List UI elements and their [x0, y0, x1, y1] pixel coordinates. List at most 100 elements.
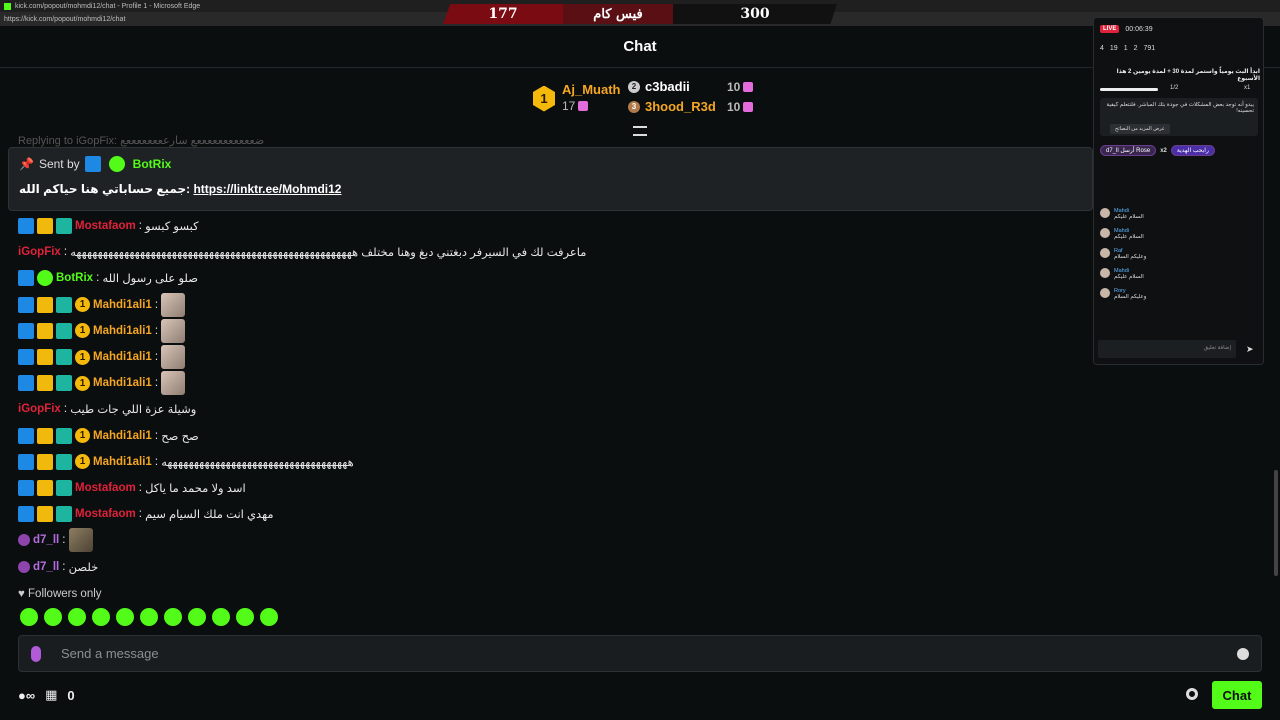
gifter-rank-badge: 1 [75, 375, 90, 391]
points-infinity-icon[interactable]: ●∞ [18, 688, 35, 703]
chat-username[interactable]: BotRix [56, 272, 93, 284]
emote-button[interactable] [44, 608, 62, 626]
message-input[interactable]: Send a message [18, 635, 1262, 672]
chat-send-button[interactable]: Chat [1212, 681, 1262, 709]
send-icon[interactable]: ➤ [1246, 344, 1254, 355]
message-placeholder: Send a message [61, 646, 159, 661]
overlay-comment-input[interactable]: إضافة تعليق [1098, 340, 1236, 358]
crown-badge-icon [37, 506, 53, 523]
stat-value: 19 [1109, 45, 1118, 52]
pinned-sender[interactable]: BotRix [133, 157, 172, 171]
gifter-name: c3badii [645, 79, 690, 94]
emote-button[interactable] [68, 608, 86, 626]
gifter-rank-badge: 1 [75, 323, 90, 339]
moderator-badge-icon [84, 156, 101, 172]
emote-button[interactable] [164, 608, 182, 626]
moderator-badge-icon [18, 479, 34, 496]
chat-message: 1 Mahdi1ali1: [18, 292, 1088, 318]
emote-button[interactable] [260, 608, 278, 626]
avatar [1100, 208, 1110, 218]
store-icon[interactable]: ▦ [45, 687, 57, 703]
chat-message: d7_ll: [18, 527, 1088, 553]
top-gifter-3[interactable]: 3 3hood_R3d 10 [628, 99, 754, 114]
chat-message: BotRix: صلو على رسول الله [18, 265, 1088, 291]
og-badge-icon [56, 427, 72, 444]
verified-badge-icon [37, 270, 53, 287]
chat-message: iGopFix: ماعرفت لك في السيرفر دبغتني دبغ… [18, 246, 587, 260]
bottom-bar: ●∞ ▦ 0 Chat [18, 680, 1262, 710]
chat-username[interactable]: Mahdi1ali1 [93, 430, 152, 442]
emoji-picker-icon[interactable] [1237, 647, 1249, 660]
gift-icon [578, 100, 589, 111]
rank-1-badge: 1 [533, 85, 555, 112]
og-badge-icon [56, 322, 72, 339]
followers-only-notice: ♥ Followers only [18, 588, 102, 600]
gifter-name: Aj_Muath [562, 82, 621, 97]
stat-value: 791 [1143, 45, 1156, 52]
moderator-badge-icon [18, 270, 34, 287]
emote-bar [20, 608, 278, 626]
chat-username[interactable]: Mostafaom [75, 220, 136, 232]
gifter-count: 10 [727, 79, 741, 94]
chat-username[interactable]: Mahdi1ali1 [93, 456, 152, 468]
chat-message: 1 Mahdi1ali1: هههههههههههههههههههههههههه… [18, 449, 1088, 475]
chat-username[interactable]: Mostafaom [75, 508, 136, 520]
emote-button[interactable] [92, 608, 110, 626]
settings-gear-icon[interactable] [1186, 688, 1198, 700]
gift-user: d7_ll [1106, 148, 1119, 154]
chat-title: Chat [623, 38, 657, 55]
moderator-badge-icon [18, 506, 34, 523]
gift-icon [743, 101, 754, 112]
chat-header: Chat [0, 26, 1280, 68]
list-item: Mahdi السلام عليكم [1100, 268, 1260, 280]
chat-username[interactable]: Mahdi1ali1 [93, 299, 152, 311]
microphone-icon[interactable] [31, 645, 41, 662]
chat-messages: Mostafaom: كبسو كبسو iGopFix: ماعرفت لك … [18, 213, 1088, 580]
chat-username[interactable]: iGopFix [18, 246, 61, 258]
emote-button[interactable] [116, 608, 134, 626]
left-score: 177 [443, 4, 563, 24]
chat-message: d7_ll: خلصن [18, 553, 1088, 579]
crown-badge-icon [37, 218, 53, 235]
emote-image [161, 318, 186, 343]
moderator-badge-icon [18, 375, 34, 392]
alert-more-button[interactable]: عرض المزيد من النصائح [1110, 124, 1170, 134]
pinned-message: 📌 Sent by BotRix جميع حساباتي هنا حياكم … [8, 147, 1093, 211]
pinned-link[interactable]: https://linktr.ee/Mohmdi12 [193, 182, 341, 196]
weekly-goal-title: ابدأ البث يومياً واستمر لمدة 30 + لمدة ي… [1116, 69, 1260, 82]
comment-text: وعليكم السلام [1114, 294, 1147, 300]
emote-button[interactable] [212, 608, 230, 626]
chat-username[interactable]: d7_ll [33, 534, 59, 546]
rank-2-badge: 2 [628, 80, 640, 93]
og-badge-icon [56, 349, 72, 366]
chat-text: مهدي انت ملك السيام سيم [145, 509, 274, 522]
kick-logo-icon [4, 2, 11, 10]
chat-username[interactable]: Mahdi1ali1 [93, 351, 152, 363]
emote-image [68, 528, 93, 553]
chat-text: هههههههههههههههههههههههههههههههههههه [161, 456, 354, 469]
expand-gifters-icon[interactable] [633, 126, 647, 136]
chat-username[interactable]: d7_ll [33, 561, 59, 573]
crown-badge-icon [37, 453, 53, 470]
points-count: 0 [67, 687, 75, 703]
emote-button[interactable] [188, 608, 206, 626]
chat-username[interactable]: iGopFix [18, 403, 61, 415]
scrollbar[interactable] [1274, 470, 1278, 576]
gifter-count: 10 [727, 99, 741, 114]
gifter-rank-badge: 1 [75, 297, 90, 313]
subscriber-badge-icon [18, 534, 30, 547]
top-gifter-1[interactable]: 1 Aj_Muath 17 [533, 82, 621, 115]
chat-username[interactable]: Mostafaom [75, 482, 136, 494]
chat-message: 1 Mahdi1ali1: [18, 318, 1088, 344]
emote-image [161, 345, 186, 370]
top-gifter-2[interactable]: 2 c3badii 10 [628, 79, 754, 94]
chat-username[interactable]: Mahdi1ali1 [93, 325, 152, 337]
og-badge-icon [56, 479, 72, 496]
chat-text: اسد ولا محمد ما ياكل [145, 482, 246, 495]
emote-button[interactable] [236, 608, 254, 626]
og-badge-icon [56, 506, 72, 523]
emote-button[interactable] [20, 608, 38, 626]
chat-username[interactable]: Mahdi1ali1 [93, 377, 152, 389]
emote-button[interactable] [140, 608, 158, 626]
gifter-rank-badge: 1 [75, 428, 90, 444]
